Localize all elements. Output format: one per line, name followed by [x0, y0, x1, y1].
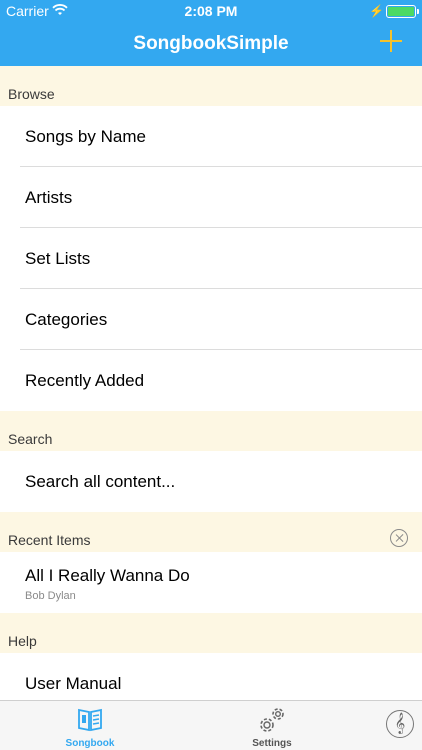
- recent-item-subtitle: Bob Dylan: [25, 590, 76, 602]
- tab-settings[interactable]: Settings: [222, 701, 322, 750]
- clear-circle-icon[interactable]: [390, 529, 408, 547]
- book-icon: [78, 708, 102, 732]
- section-header-search: Search: [0, 411, 422, 451]
- list-item-user-manual[interactable]: User Manual: [0, 653, 422, 700]
- list-item-categories[interactable]: Categories: [0, 289, 422, 350]
- section-header-recent: Recent Items: [0, 512, 422, 552]
- status-bar: Carrier 2:08 PM ⚡: [0, 0, 422, 22]
- table-view[interactable]: Browse Songs by Name Artists Set Lists C…: [0, 66, 422, 700]
- list-item-recently-added[interactable]: Recently Added: [0, 350, 422, 411]
- section-header-help: Help: [0, 613, 422, 653]
- list-item-artists[interactable]: Artists: [0, 167, 422, 228]
- gears-icon: [260, 708, 284, 732]
- list-item-set-lists[interactable]: Set Lists: [0, 228, 422, 289]
- plus-icon[interactable]: [380, 30, 402, 52]
- search-all-content-row[interactable]: Search all content...: [0, 451, 422, 512]
- page-title: SongbookSimple: [133, 33, 289, 54]
- treble-clef-icon[interactable]: 𝄞: [386, 710, 414, 738]
- recent-item-title: All I Really Wanna Do: [25, 566, 190, 585]
- charging-icon: ⚡: [369, 4, 384, 18]
- list-item-songs-by-name[interactable]: Songs by Name: [0, 106, 422, 167]
- navigation-bar: Carrier 2:08 PM ⚡ SongbookSimple: [0, 0, 422, 66]
- tab-bar: Songbook Settings 𝄞: [0, 700, 422, 750]
- recent-item[interactable]: All I Really Wanna Do Bob Dylan: [0, 552, 422, 613]
- status-time: 2:08 PM: [184, 3, 238, 19]
- battery-icon: [386, 5, 419, 18]
- tab-songbook[interactable]: Songbook: [40, 701, 140, 750]
- section-header-browse: Browse: [0, 66, 422, 106]
